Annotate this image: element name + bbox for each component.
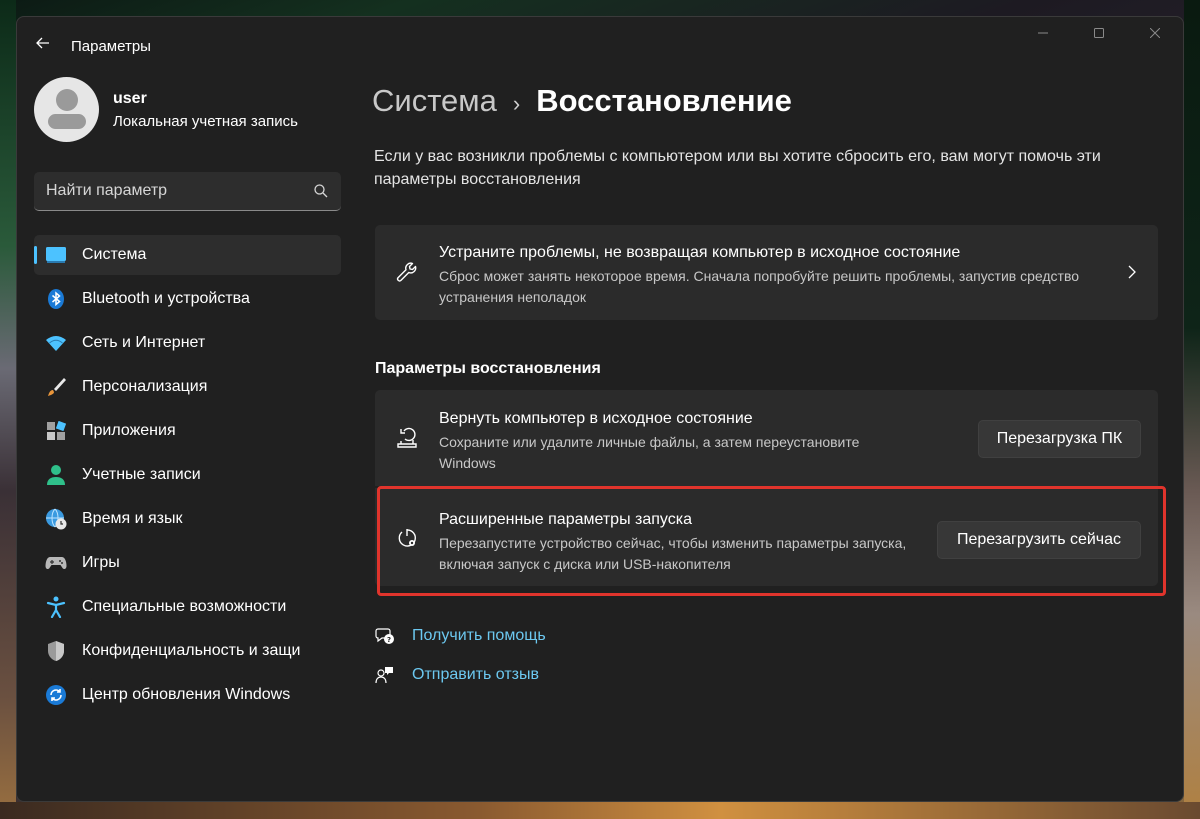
- wrench-icon: [396, 262, 417, 282]
- sidebar-nav: Система Bluetooth и устройства Сеть и Ин…: [34, 235, 341, 719]
- system-icon: [45, 244, 67, 266]
- sidebar-item-label: Конфиденциальность и защи: [82, 642, 301, 659]
- reset-pc-button[interactable]: Перезагрузка ПК: [978, 420, 1141, 458]
- sidebar-item-label: Время и язык: [82, 510, 183, 527]
- back-button[interactable]: [31, 31, 55, 55]
- sidebar-item-time-language[interactable]: Время и язык: [34, 499, 341, 539]
- sidebar-item-label: Система: [82, 246, 147, 263]
- sidebar-item-label: Сеть и Интернет: [82, 334, 206, 351]
- page-description: Если у вас возникли проблемы с компьютер…: [374, 148, 1101, 188]
- search-input[interactable]: [34, 182, 304, 200]
- chevron-right-icon: [1128, 265, 1136, 279]
- shield-icon: [45, 640, 67, 662]
- profile-account-type: Локальная учетная запись: [113, 112, 298, 130]
- get-help-label: Получить помощь: [412, 627, 546, 644]
- page-title: Восстановление: [536, 83, 792, 118]
- sidebar-item-system[interactable]: Система: [34, 235, 341, 275]
- desktop-wallpaper-left: [0, 0, 16, 819]
- sidebar-item-label: Учетные записи: [82, 466, 201, 483]
- get-help-link[interactable]: ? Получить помощь: [375, 626, 546, 646]
- sidebar-item-bluetooth[interactable]: Bluetooth и устройства: [34, 279, 341, 319]
- sidebar-item-windows-update[interactable]: Центр обновления Windows: [34, 675, 341, 715]
- sidebar-item-label: Bluetooth и устройства: [82, 290, 250, 307]
- titlebar: Параметры: [17, 17, 1183, 65]
- desktop-wallpaper-right: [1184, 0, 1200, 819]
- settings-window: Параметры user Локальная учетная запись: [16, 16, 1184, 802]
- sidebar-item-label: Специальные возможности: [82, 598, 287, 615]
- minimize-icon: [1038, 32, 1048, 34]
- troubleshoot-title: Устраните проблемы, не возвращая компьют…: [439, 244, 961, 261]
- send-feedback-link[interactable]: Отправить отзыв: [375, 665, 539, 685]
- send-feedback-label: Отправить отзыв: [412, 666, 539, 683]
- back-arrow-icon: [36, 37, 49, 49]
- avatar: [34, 77, 99, 142]
- troubleshoot-description: Сброс может занять некоторое время. Снач…: [439, 268, 1080, 305]
- restart-now-button[interactable]: Перезагрузить сейчас: [937, 521, 1141, 559]
- minimize-button[interactable]: [1015, 17, 1071, 49]
- reset-pc-icon: [397, 427, 417, 448]
- search-box[interactable]: [34, 172, 341, 211]
- window-controls: [1015, 17, 1183, 49]
- sidebar-item-label: Персонализация: [82, 378, 208, 395]
- apps-icon: [45, 420, 67, 442]
- reset-pc-description: Сохраните или удалите личные файлы, а за…: [439, 434, 860, 471]
- update-icon: [45, 684, 67, 706]
- advanced-startup-description: Перезапустите устройство сейчас, чтобы и…: [439, 535, 907, 572]
- sidebar-item-privacy[interactable]: Конфиденциальность и защи: [34, 631, 341, 671]
- desktop-wallpaper-bottom: [0, 802, 1200, 819]
- sidebar-item-label: Приложения: [82, 422, 176, 439]
- sidebar-item-network[interactable]: Сеть и Интернет: [34, 323, 341, 363]
- sidebar-item-label: Игры: [82, 554, 120, 571]
- sidebar-item-gaming[interactable]: Игры: [34, 543, 341, 583]
- breadcrumb-parent[interactable]: Система: [372, 83, 497, 119]
- troubleshoot-card[interactable]: Устраните проблемы, не возвращая компьют…: [375, 225, 1158, 320]
- section-title: Параметры восстановления: [375, 360, 601, 377]
- sidebar-item-personalization[interactable]: Персонализация: [34, 367, 341, 407]
- sidebar-item-apps[interactable]: Приложения: [34, 411, 341, 451]
- advanced-startup-card: Расширенные параметры запуска Перезапуст…: [375, 488, 1158, 586]
- sidebar-item-accessibility[interactable]: Специальные возможности: [34, 587, 341, 627]
- advanced-startup-icon: [398, 529, 416, 547]
- profile-name: user: [113, 89, 147, 107]
- reset-pc-card: Вернуть компьютер в исходное состояние С…: [375, 390, 1158, 486]
- bluetooth-icon: [45, 288, 67, 310]
- advanced-startup-title: Расширенные параметры запуска: [439, 511, 692, 528]
- globe-clock-icon: [45, 508, 67, 530]
- sidebar-item-accounts[interactable]: Учетные записи: [34, 455, 341, 495]
- help-icon: ?: [375, 628, 394, 644]
- account-icon: [45, 464, 67, 486]
- reset-pc-title: Вернуть компьютер в исходное состояние: [439, 410, 753, 427]
- gamepad-icon: [45, 552, 67, 574]
- user-profile[interactable]: user Локальная учетная запись: [34, 77, 298, 142]
- maximize-icon: [1094, 28, 1104, 38]
- app-title: Параметры: [71, 38, 151, 55]
- wifi-icon: [45, 332, 67, 354]
- maximize-button[interactable]: [1071, 17, 1127, 49]
- breadcrumb-separator: ›: [512, 91, 521, 116]
- breadcrumb: Система › Восстановление: [372, 83, 792, 119]
- svg-text:?: ?: [387, 636, 391, 644]
- close-icon: [1150, 28, 1160, 38]
- search-icon[interactable]: [313, 183, 329, 199]
- brush-icon: [45, 376, 67, 398]
- accessibility-icon: [45, 596, 67, 618]
- feedback-icon: [375, 667, 393, 684]
- close-button[interactable]: [1127, 17, 1183, 49]
- sidebar-item-label: Центр обновления Windows: [82, 686, 291, 703]
